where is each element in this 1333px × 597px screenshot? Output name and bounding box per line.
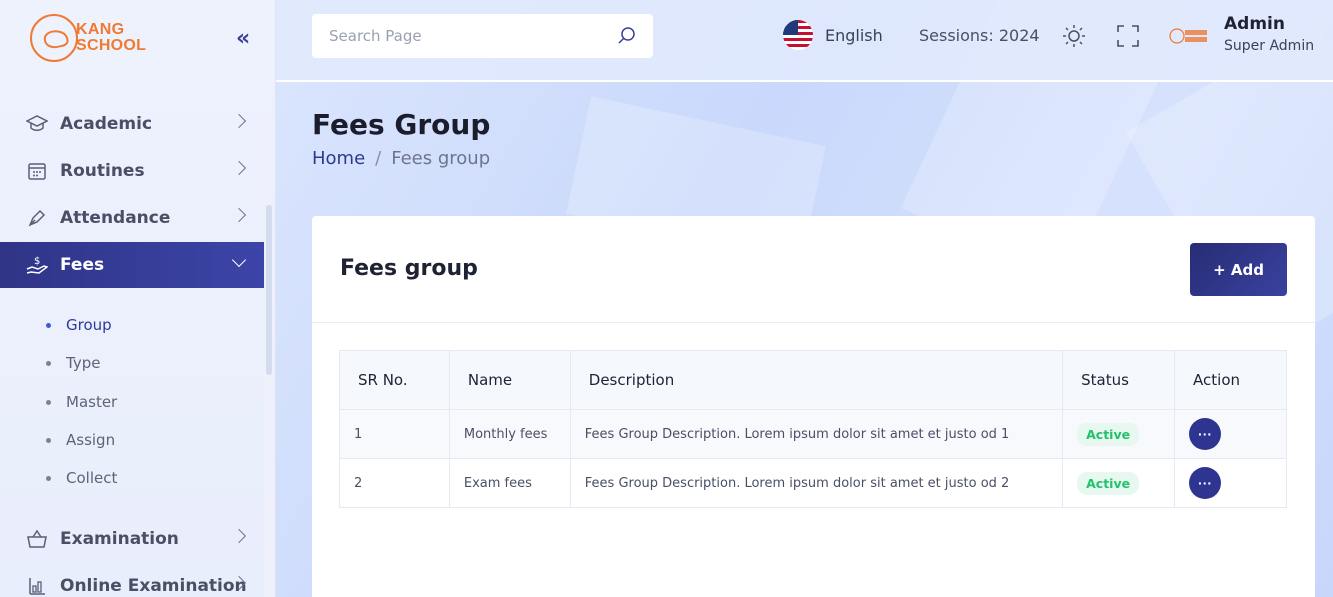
basket-icon: [26, 528, 48, 550]
sidebar-subitem-type[interactable]: Type: [46, 351, 100, 375]
pen-icon: [26, 207, 48, 229]
breadcrumb: Home / Fees group: [312, 148, 490, 169]
session-selector[interactable]: Sessions: 2024: [919, 26, 1040, 45]
table-header-row: SR No. Name Description Status Action: [339, 350, 1287, 410]
cell-sr: 2: [339, 458, 450, 508]
sidebar-subitem-group[interactable]: Group: [46, 313, 112, 337]
collapse-sidebar-icon[interactable]: «: [236, 28, 260, 52]
sidebar-subitem-collect[interactable]: Collect: [46, 466, 117, 490]
money-hand-icon: $: [26, 254, 48, 276]
status-badge: Active: [1077, 422, 1140, 446]
sidebar-subitem-label: Type: [66, 354, 101, 372]
column-header-description[interactable]: Description: [569, 350, 1064, 410]
sidebar-subitem-assign[interactable]: Assign: [46, 428, 115, 452]
sidebar-item-label: Fees: [60, 255, 105, 275]
table-row: 2 Exam fees Fees Group Description. Lore…: [339, 458, 1287, 508]
chevron-right-icon: [231, 528, 247, 544]
avatar[interactable]: [1169, 26, 1209, 46]
language-label: English: [825, 25, 883, 45]
kangaroo-logo-icon: [30, 14, 78, 62]
breadcrumb-separator: /: [375, 148, 382, 169]
user-role: Super Admin: [1224, 38, 1315, 54]
card-header: Fees group + Add: [312, 216, 1315, 323]
brand-name-line1: KANG: [76, 21, 125, 38]
sidebar-item-label: Academic: [60, 114, 153, 134]
brand-name-line2: SCHOOL: [76, 37, 147, 54]
sidebar-subitem-label: Master: [66, 393, 118, 411]
column-header-action: Action: [1174, 350, 1287, 410]
chevron-down-icon: [231, 252, 247, 268]
chevron-right-icon: [231, 160, 247, 176]
sidebar-subitem-label: Collect: [66, 469, 118, 487]
page-title: Fees Group: [312, 108, 491, 141]
sun-icon[interactable]: [1062, 24, 1086, 48]
sidebar-item-academic[interactable]: Academic: [0, 101, 264, 147]
fullscreen-icon[interactable]: [1116, 24, 1140, 48]
sidebar-item-examination[interactable]: Examination: [0, 516, 264, 562]
search-icon[interactable]: [617, 26, 637, 46]
cell-action: ···: [1174, 409, 1287, 459]
cell-name: Exam fees: [448, 458, 571, 508]
column-header-status[interactable]: Status: [1062, 350, 1176, 410]
cell-sr: 1: [339, 409, 450, 459]
table-row: 1 Monthly fees Fees Group Description. L…: [339, 409, 1287, 459]
column-header-sr[interactable]: SR No.: [339, 350, 450, 410]
card-title: Fees group: [340, 256, 478, 281]
sidebar-item-online-examination[interactable]: Online Examination: [0, 563, 264, 597]
sidebar-item-label: Attendance: [60, 208, 171, 228]
breadcrumb-current: Fees group: [391, 148, 491, 169]
fees-group-card: Fees group + Add SR No. Name Description…: [312, 216, 1315, 597]
breadcrumb-home-link[interactable]: Home: [312, 148, 365, 169]
row-actions-button[interactable]: ···: [1189, 418, 1222, 450]
sidebar-item-fees[interactable]: $ Fees: [0, 242, 264, 288]
fees-group-table: SR No. Name Description Status Action 1 …: [339, 350, 1287, 508]
sidebar: KANG SCHOOL « Academic Routines Attendan…: [0, 0, 276, 597]
sidebar-subitem-label: Assign: [66, 431, 116, 449]
top-header: English Sessions: 2024 Admin Super Admin: [276, 0, 1333, 82]
cell-status: Active: [1062, 458, 1176, 508]
cell-name: Monthly fees: [448, 409, 571, 459]
us-flag-icon: [783, 20, 813, 50]
graduation-cap-icon: [26, 113, 48, 135]
chevron-right-icon: [231, 113, 247, 129]
search-input[interactable]: [312, 14, 602, 58]
cell-description: Fees Group Description. Lorem ipsum dolo…: [569, 409, 1064, 459]
sidebar-subitem-label: Group: [66, 316, 112, 334]
status-badge: Active: [1077, 471, 1140, 495]
sidebar-item-label: Online Examination: [60, 576, 247, 596]
row-actions-button[interactable]: ···: [1189, 467, 1222, 499]
sidebar-item-label: Routines: [60, 161, 145, 181]
language-selector[interactable]: English: [783, 20, 883, 50]
sidebar-item-attendance[interactable]: Attendance: [0, 195, 264, 241]
cell-status: Active: [1062, 409, 1176, 459]
brand-logo[interactable]: KANG SCHOOL: [30, 14, 146, 62]
cell-action: ···: [1174, 458, 1287, 508]
sidebar-scrollbar-thumb[interactable]: [266, 205, 272, 375]
svg-text:$: $: [34, 256, 40, 267]
search-box: [312, 14, 653, 58]
add-button[interactable]: + Add: [1190, 243, 1287, 296]
sidebar-subitem-master[interactable]: Master: [46, 390, 117, 414]
cell-description: Fees Group Description. Lorem ipsum dolo…: [569, 458, 1064, 508]
column-header-name[interactable]: Name: [448, 350, 571, 410]
sidebar-item-routines[interactable]: Routines: [0, 148, 264, 194]
calendar-icon: [26, 160, 48, 182]
chart-icon: [26, 575, 48, 597]
sidebar-item-label: Examination: [60, 529, 179, 549]
user-name[interactable]: Admin: [1224, 14, 1285, 34]
chevron-right-icon: [231, 207, 247, 223]
